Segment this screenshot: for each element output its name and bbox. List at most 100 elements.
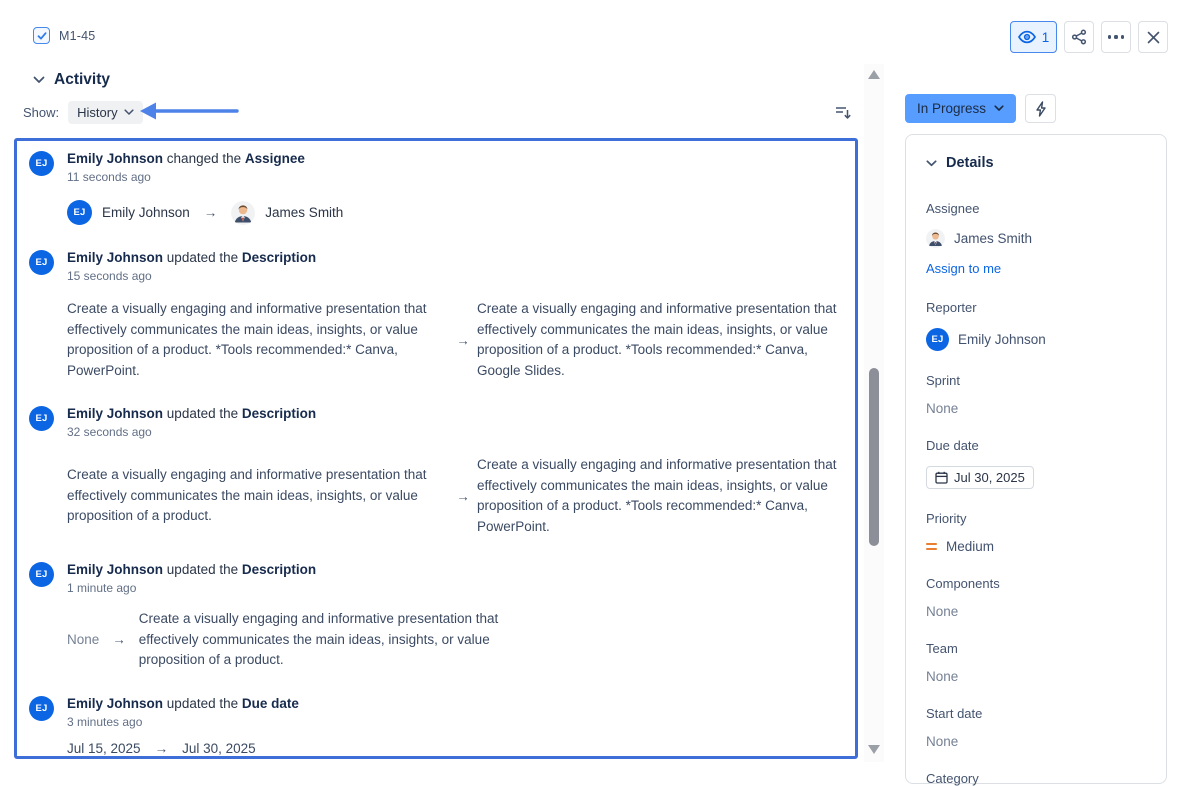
issue-sidebar: In Progress Details Assignee James Smith — [905, 0, 1167, 762]
avatar-emily-johnson: EJ — [67, 200, 92, 225]
priority-value[interactable]: Medium — [926, 539, 1146, 554]
history-item-title: Emily Johnson updated the Description — [67, 406, 843, 421]
avatar-emily-johnson: EJ — [926, 328, 949, 351]
field-label: Priority — [926, 511, 1146, 526]
filter-value: History — [77, 105, 117, 120]
priority-medium-icon — [926, 543, 937, 551]
field-label: Team — [926, 641, 1146, 656]
new-description: Create a visually engaging and informati… — [477, 455, 843, 537]
chevron-down-icon — [994, 105, 1004, 112]
details-title: Details — [946, 155, 994, 171]
assignee-value[interactable]: James Smith — [926, 229, 1146, 248]
new-date: Jul 30, 2025 — [182, 741, 256, 756]
history-item: EJ Emily Johnson changed the Assignee 11… — [29, 151, 843, 225]
status-dropdown[interactable]: In Progress — [905, 94, 1016, 123]
calendar-icon — [935, 471, 948, 484]
avatar-emily-johnson: EJ — [29, 696, 54, 721]
arrow-right-icon: → — [108, 632, 130, 647]
annotation-arrow-left — [138, 100, 240, 122]
status-value: In Progress — [917, 101, 986, 116]
avatar-emily-johnson: EJ — [29, 562, 54, 587]
field-assignee: Assignee James Smith Assign to me — [926, 201, 1146, 278]
field-reporter: Reporter EJ Emily Johnson — [926, 300, 1146, 351]
arrow-right-icon: → — [449, 489, 477, 504]
history-item-title: Emily Johnson updated the Due date — [67, 696, 843, 711]
activity-title: Activity — [54, 71, 110, 89]
due-date-diff: Jul 15, 2025 → Jul 30, 2025 — [67, 741, 843, 756]
field-label: Reporter — [926, 300, 1146, 315]
due-date-picker[interactable]: Jul 30, 2025 — [926, 466, 1034, 489]
arrow-right-icon: → — [200, 205, 222, 220]
old-value: None — [67, 632, 99, 647]
start-date-value[interactable]: None — [926, 734, 1146, 749]
chevron-down-icon — [926, 160, 937, 167]
avatar-james-smith — [231, 201, 255, 225]
show-label: Show: — [23, 105, 59, 120]
details-panel: Details Assignee James Smith Assign to m… — [905, 134, 1167, 784]
chevron-down-icon — [124, 109, 134, 116]
field-priority: Priority Medium — [926, 511, 1146, 554]
avatar-emily-johnson: EJ — [29, 151, 54, 176]
history-item-title: Emily Johnson changed the Assignee — [67, 151, 843, 166]
activity-section-header[interactable]: Activity — [33, 71, 110, 89]
field-label: Components — [926, 576, 1146, 591]
history-item: EJ Emily Johnson updated the Description… — [29, 406, 843, 537]
reporter-name: Emily Johnson — [958, 332, 1046, 347]
history-item-timestamp: 11 seconds ago — [67, 170, 843, 184]
lightning-icon — [1035, 101, 1047, 117]
team-value[interactable]: None — [926, 669, 1146, 684]
avatar-emily-johnson: EJ — [29, 406, 54, 431]
issue-key[interactable]: M1-45 — [59, 29, 95, 43]
assign-to-me-link[interactable]: Assign to me — [926, 261, 1001, 276]
old-date: Jul 15, 2025 — [67, 741, 141, 756]
field-label: Category — [926, 771, 1146, 786]
history-item: EJ Emily Johnson updated the Due date 3 … — [29, 696, 843, 756]
priority-name: Medium — [946, 539, 994, 554]
to-user: James Smith — [265, 205, 343, 220]
description-diff: None → Create a visually engaging and in… — [67, 609, 843, 671]
field-label: Start date — [926, 706, 1146, 721]
issue-breadcrumb: M1-45 — [33, 27, 95, 44]
history-item-timestamp: 3 minutes ago — [67, 715, 843, 729]
field-label: Sprint — [926, 373, 1146, 388]
old-description: Create a visually engaging and informati… — [67, 465, 449, 527]
history-item-timestamp: 1 minute ago — [67, 581, 843, 595]
arrow-right-icon: → — [151, 741, 173, 756]
new-description: Create a visually engaging and informati… — [477, 299, 843, 381]
components-value[interactable]: None — [926, 604, 1146, 619]
sort-newest-first-icon — [835, 105, 852, 120]
avatar-emily-johnson: EJ — [29, 250, 54, 275]
history-list-panel: EJ Emily Johnson changed the Assignee 11… — [14, 138, 858, 759]
field-category: Category — [926, 771, 1146, 786]
sort-order-button[interactable] — [831, 100, 855, 124]
history-item-title: Emily Johnson updated the Description — [67, 562, 843, 577]
scrollbar-thumb[interactable] — [869, 368, 879, 546]
task-type-icon — [33, 27, 50, 44]
activity-filter-row: Show: History — [23, 101, 143, 124]
chevron-down-icon — [33, 76, 45, 84]
description-diff: Create a visually engaging and informati… — [67, 299, 843, 381]
field-components: Components None — [926, 576, 1146, 619]
assignee-change-row: EJ Emily Johnson → James Smith — [67, 200, 843, 225]
automation-button[interactable] — [1025, 94, 1056, 123]
activity-filter-dropdown[interactable]: History — [68, 101, 142, 124]
from-user: Emily Johnson — [102, 205, 190, 220]
history-item: EJ Emily Johnson updated the Description… — [29, 562, 843, 671]
vertical-scrollbar[interactable] — [864, 64, 884, 762]
scroll-down-arrow[interactable] — [868, 745, 880, 754]
old-description: Create a visually engaging and informati… — [67, 299, 449, 381]
field-sprint: Sprint None — [926, 373, 1146, 416]
field-due-date: Due date Jul 30, 2025 — [926, 438, 1146, 489]
history-item-timestamp: 15 seconds ago — [67, 269, 843, 283]
field-start-date: Start date None — [926, 706, 1146, 749]
scroll-up-arrow[interactable] — [868, 70, 880, 79]
history-item-timestamp: 32 seconds ago — [67, 425, 843, 439]
history-item: EJ Emily Johnson updated the Description… — [29, 250, 843, 381]
field-team: Team None — [926, 641, 1146, 684]
details-header[interactable]: Details — [926, 155, 1146, 171]
status-row: In Progress — [905, 94, 1056, 123]
new-description: Create a visually engaging and informati… — [139, 609, 522, 671]
history-item-title: Emily Johnson updated the Description — [67, 250, 843, 265]
reporter-value[interactable]: EJ Emily Johnson — [926, 328, 1146, 351]
sprint-value[interactable]: None — [926, 401, 1146, 416]
